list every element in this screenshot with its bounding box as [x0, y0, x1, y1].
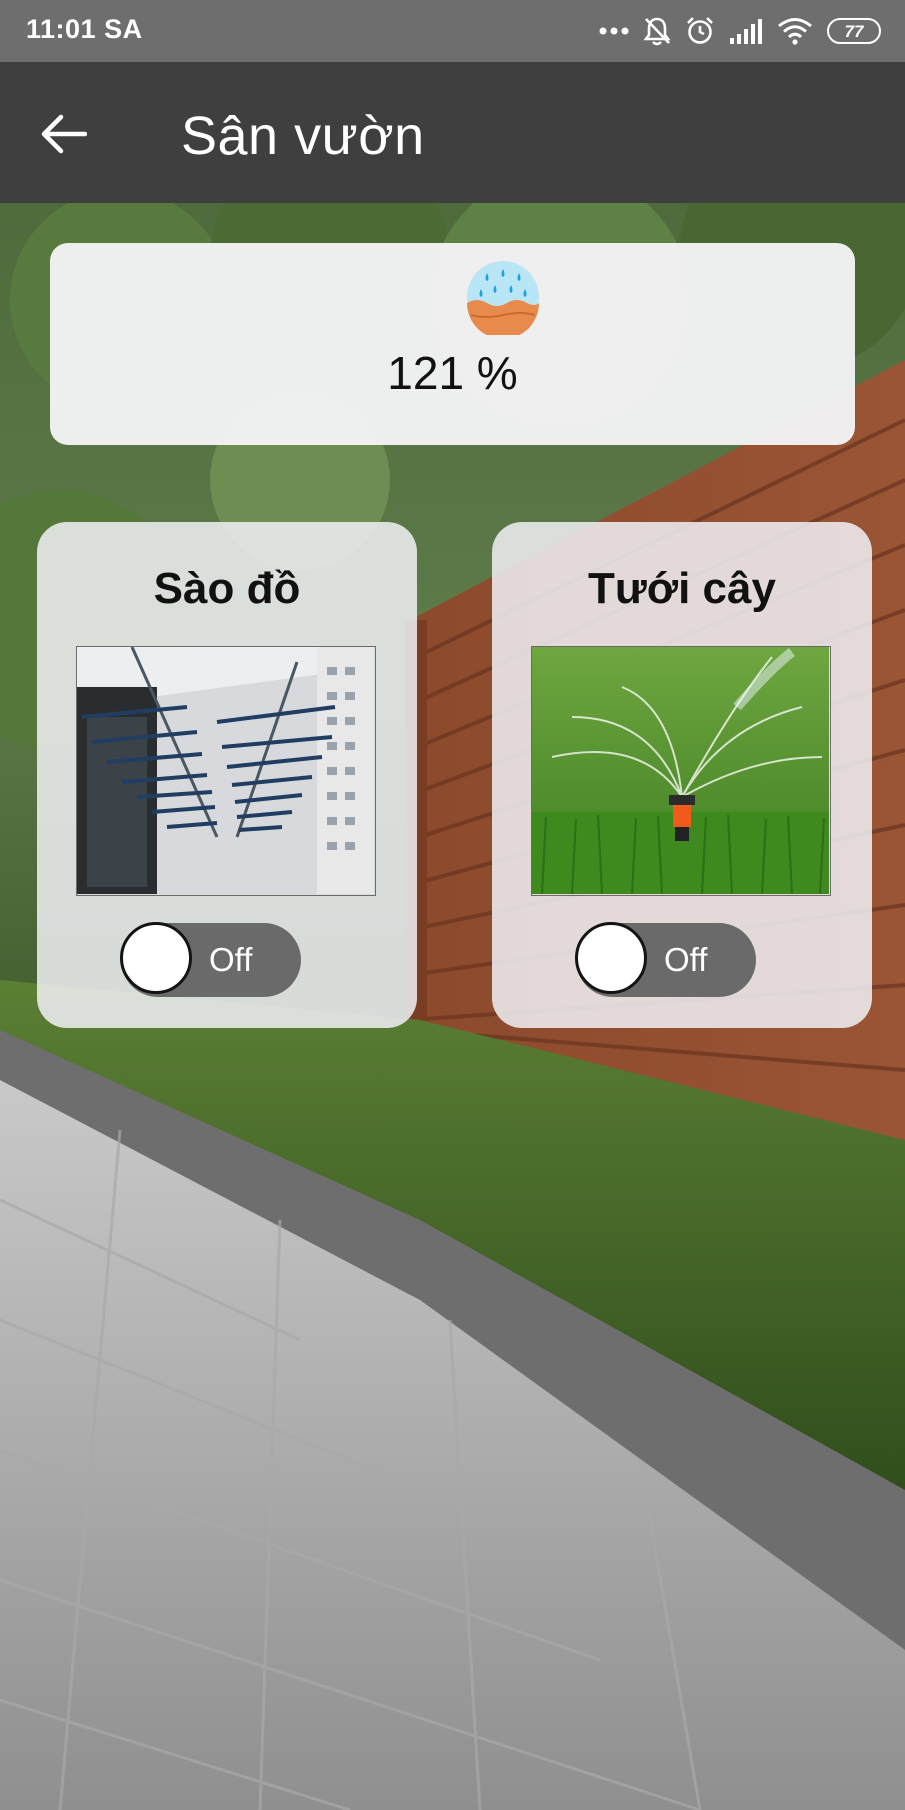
status-icons: 77: [599, 12, 881, 50]
wifi-icon: [778, 18, 812, 45]
more-dots-icon: [599, 27, 629, 35]
soil-moisture-value: 121 %: [387, 347, 518, 399]
device-title: Tưới cây: [588, 564, 776, 613]
alarm-icon: [687, 17, 713, 44]
lawn-sprinkler-photo: [531, 646, 831, 896]
toggle-label: Off: [209, 941, 253, 978]
garden-screen: 11:01 SA 77 Sân vườn 121 % Sào đồ Off Tư…: [0, 0, 905, 1810]
back-arrow-icon: [41, 114, 87, 154]
device-card-clothes-rack: Sào đồ Off: [37, 522, 417, 1028]
sprinkler-toggle[interactable]: Off: [575, 922, 756, 997]
app-bar: Sân vườn: [0, 62, 905, 203]
device-card-sprinkler: Tưới cây Off: [492, 522, 872, 1028]
soil-moisture-icon: [467, 261, 539, 335]
clothes-rack-toggle[interactable]: Off: [120, 922, 301, 997]
battery-level: 77: [844, 21, 864, 41]
toggle-knob: [575, 922, 647, 994]
back-button[interactable]: [30, 100, 98, 168]
device-title: Sào đồ: [153, 564, 301, 613]
signal-icon: [730, 19, 762, 44]
clothes-drying-rack-photo: [76, 646, 376, 896]
page-title: Sân vườn: [181, 106, 425, 166]
mute-bell-icon: [643, 17, 671, 46]
status-time: 11:01 SA: [26, 14, 143, 44]
soil-moisture-card: 121 %: [50, 243, 855, 445]
status-bar: 11:01 SA 77: [0, 0, 905, 62]
toggle-label: Off: [664, 941, 708, 978]
battery-icon: 77: [827, 18, 881, 44]
toggle-knob: [120, 922, 192, 994]
